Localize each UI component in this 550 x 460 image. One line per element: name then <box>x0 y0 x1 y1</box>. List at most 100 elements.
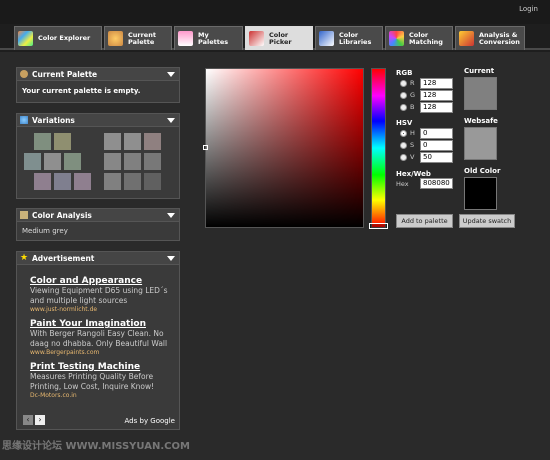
variation-swatch[interactable] <box>44 153 61 170</box>
collapse-arrow-icon[interactable] <box>167 256 175 261</box>
variation-swatch[interactable] <box>74 173 91 190</box>
star-icon: ★ <box>20 253 29 263</box>
my-palettes-icon <box>178 31 193 46</box>
current-label: Current <box>464 67 495 75</box>
ad-url[interactable]: www.just-normlicht.de <box>30 306 171 313</box>
hex-input[interactable]: 808080 <box>420 178 453 189</box>
advertisement-panel: ★ Advertisement Color and Appearance Viewi… <box>16 251 180 430</box>
collapse-arrow-icon[interactable] <box>167 118 175 123</box>
panel-title: Color Analysis <box>32 210 92 220</box>
variation-swatch[interactable] <box>64 153 81 170</box>
variations-panel: Variations <box>16 113 180 199</box>
radio-g[interactable] <box>400 92 407 99</box>
watermark: 思缘设计论坛 WWW.MISSYUAN.COM <box>2 441 190 452</box>
tab-color-libraries[interactable]: Color Libraries <box>315 26 383 50</box>
variation-swatch[interactable] <box>144 133 161 150</box>
tab-label: Color Explorer <box>38 34 91 42</box>
variation-swatch[interactable] <box>124 173 141 190</box>
add-to-palette-button[interactable]: Add to palette <box>396 214 453 228</box>
tab-label: Color Matching <box>409 30 443 46</box>
variation-swatch[interactable] <box>24 153 41 170</box>
variation-swatch[interactable] <box>54 133 71 150</box>
tab-bar: Color Explorer Current Palette My Palettes… <box>0 24 550 50</box>
panel-title: Advertisement <box>32 253 95 263</box>
current-color-swatch <box>464 77 497 110</box>
old-color-swatch[interactable] <box>464 177 497 210</box>
panel-header[interactable]: Color Analysis <box>17 209 179 222</box>
analysis-icon <box>20 211 28 219</box>
tab-label: Color Libraries <box>339 30 372 46</box>
analysis-result: Medium grey <box>22 227 68 235</box>
ad-title[interactable]: Print Testing Machine <box>30 362 171 372</box>
login-link[interactable]: Login <box>519 5 538 13</box>
variation-swatch[interactable] <box>34 133 51 150</box>
palette-icon <box>108 31 123 46</box>
panel-header[interactable]: ★ Advertisement <box>17 252 179 265</box>
websafe-color-swatch[interactable] <box>464 127 497 160</box>
next-arrow-icon[interactable]: › <box>35 415 45 425</box>
color-matching-icon <box>389 31 404 46</box>
field-cursor[interactable] <box>203 145 208 150</box>
color-explorer-icon <box>18 31 33 46</box>
variation-swatch[interactable] <box>124 153 141 170</box>
tab-my-palettes[interactable]: My Palettes <box>174 26 243 50</box>
ad-title[interactable]: Paint Your Imagination <box>30 319 171 329</box>
variation-swatch[interactable] <box>144 173 161 190</box>
variation-swatch[interactable] <box>124 133 141 150</box>
variation-swatch[interactable] <box>104 153 121 170</box>
b-label: B <box>410 103 415 111</box>
ad-url[interactable]: www.Bergerpaints.com <box>30 349 171 356</box>
ads-by-google[interactable]: Ads by Google <box>125 417 175 425</box>
tab-current-palette[interactable]: Current Palette <box>104 26 172 50</box>
radio-r[interactable] <box>400 80 407 87</box>
hex-label: Hex <box>396 180 409 188</box>
r-input[interactable]: 128 <box>420 78 453 89</box>
g-label: G <box>410 91 416 99</box>
collapse-arrow-icon[interactable] <box>167 213 175 218</box>
hue-slider-handle[interactable] <box>369 223 388 229</box>
tab-analysis-conversion[interactable]: Analysis & Conversion <box>455 26 525 50</box>
tab-color-picker[interactable]: Color Picker <box>245 26 313 50</box>
ad-url[interactable]: Dc-Motors.co.in <box>30 392 171 399</box>
panel-header[interactable]: Current Palette <box>17 68 179 81</box>
variation-swatch[interactable] <box>34 173 51 190</box>
color-analysis-panel: Color Analysis Medium grey <box>16 208 180 241</box>
ad-item[interactable]: Print Testing Machine Measures Printing Q… <box>30 362 171 399</box>
panel-header[interactable]: Variations <box>17 114 179 127</box>
radio-b[interactable] <box>400 104 407 111</box>
panel-title: Current Palette <box>32 69 98 79</box>
palette-icon <box>20 70 28 78</box>
collapse-arrow-icon[interactable] <box>167 72 175 77</box>
tab-color-matching[interactable]: Color Matching <box>385 26 453 50</box>
hue-slider[interactable] <box>371 68 386 228</box>
radio-s[interactable] <box>400 142 407 149</box>
h-input[interactable]: 0 <box>420 128 453 139</box>
radio-h[interactable] <box>400 130 407 137</box>
variation-swatch[interactable] <box>104 173 121 190</box>
s-label: S <box>410 141 415 149</box>
b-input[interactable]: 128 <box>420 102 453 113</box>
color-picker-icon <box>249 31 264 46</box>
hsv-label: HSV <box>396 119 413 127</box>
rgb-label: RGB <box>396 69 413 77</box>
tab-label: Analysis & Conversion <box>479 30 520 46</box>
update-swatch-button[interactable]: Update swatch <box>459 214 515 228</box>
radio-v[interactable] <box>400 154 407 161</box>
ad-title[interactable]: Color and Appearance <box>30 276 171 286</box>
ad-item[interactable]: Paint Your Imagination With Berger Rangol… <box>30 319 171 356</box>
v-input[interactable]: 50 <box>420 152 453 163</box>
ad-list: Color and Appearance Viewing Equipment D6… <box>17 265 179 399</box>
variation-swatch[interactable] <box>104 133 121 150</box>
variation-swatch[interactable] <box>54 173 71 190</box>
saturation-value-field[interactable] <box>205 68 364 228</box>
tab-color-explorer[interactable]: Color Explorer <box>14 26 102 50</box>
variation-swatch[interactable] <box>144 153 161 170</box>
ad-item[interactable]: Color and Appearance Viewing Equipment D6… <box>30 276 171 313</box>
s-input[interactable]: 0 <box>420 140 453 151</box>
prev-arrow-icon[interactable]: ‹ <box>23 415 33 425</box>
hex-web-label: Hex/Web <box>396 170 431 178</box>
top-bar: Login <box>0 0 550 24</box>
color-libraries-icon <box>319 31 334 46</box>
h-label: H <box>410 129 415 137</box>
g-input[interactable]: 128 <box>420 90 453 101</box>
